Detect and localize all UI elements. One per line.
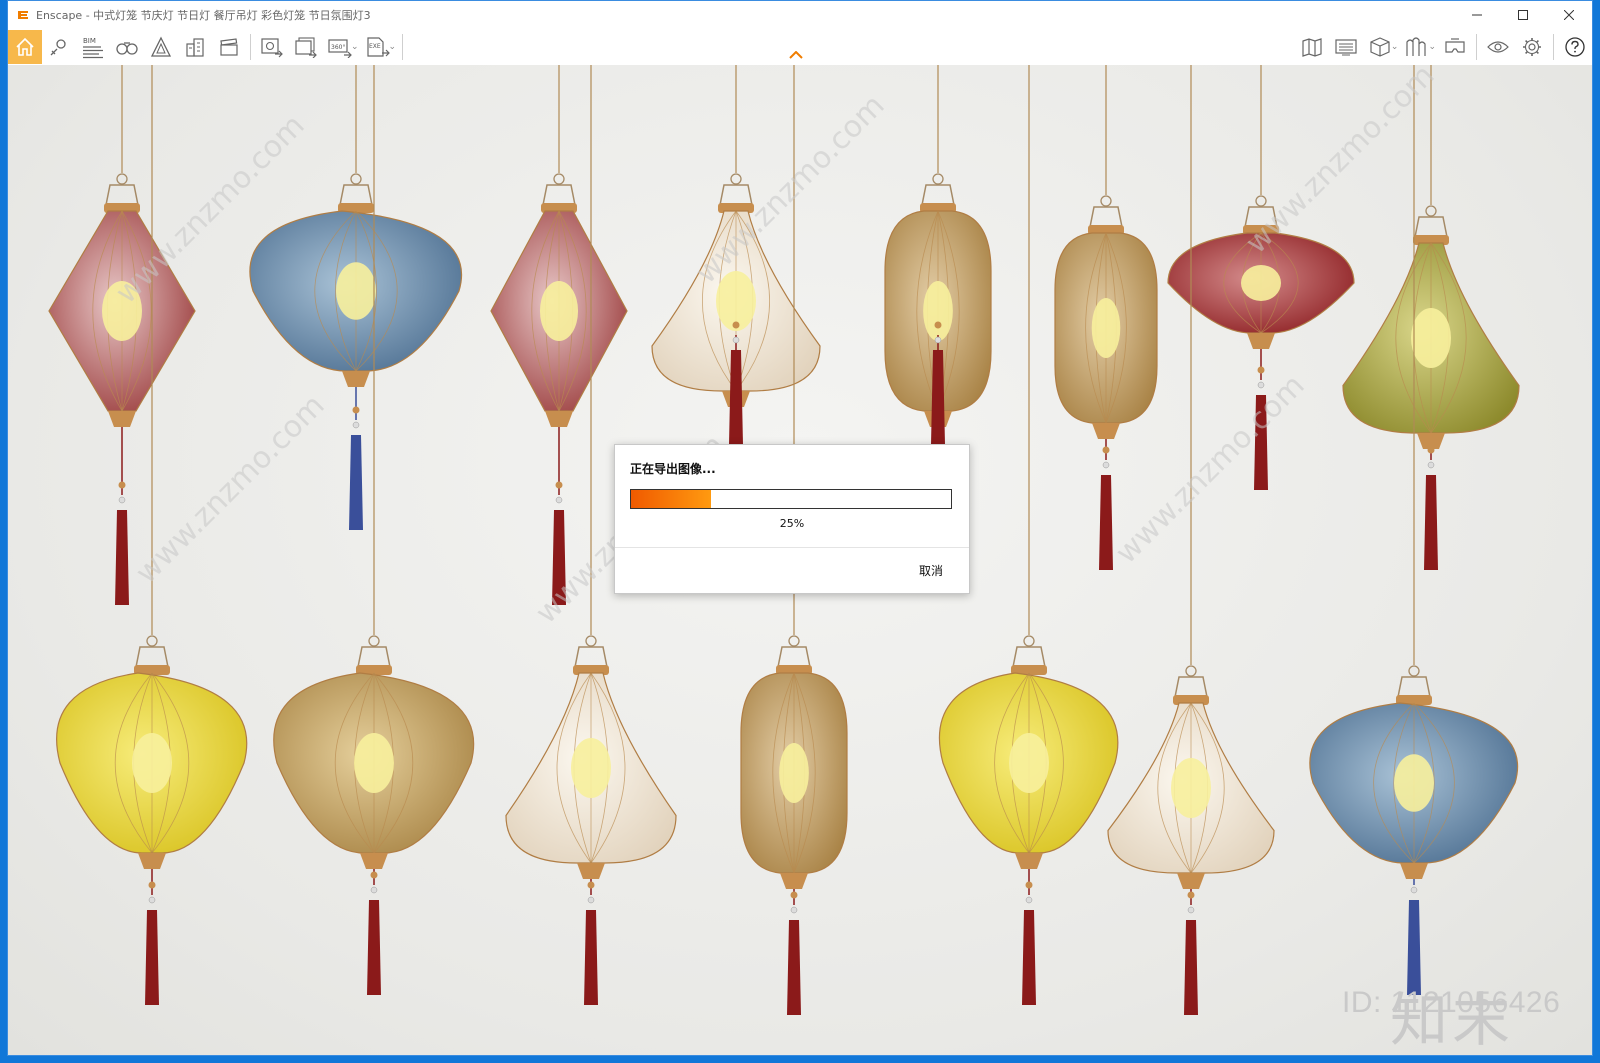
window-controls (1454, 1, 1592, 29)
toolbar-separator (250, 34, 251, 60)
home-icon (16, 37, 34, 56)
lantern (1309, 65, 1519, 995)
bim-button[interactable]: BIM (76, 30, 110, 64)
close-icon (1564, 10, 1574, 20)
visibility-button[interactable] (1481, 30, 1515, 64)
view-management-button[interactable] (42, 30, 76, 64)
watermark-diagonal-text: www.znzmo.com (1239, 65, 1442, 261)
close-window-button[interactable] (1546, 1, 1592, 29)
bim-label: BIM (83, 37, 96, 45)
minimize-button[interactable] (1454, 1, 1500, 29)
lantern (1054, 65, 1158, 570)
enscape-logo-icon (18, 11, 28, 19)
toolbar-separator (1476, 34, 1477, 60)
lantern (273, 65, 475, 995)
cancel-button[interactable]: 取消 (919, 562, 943, 579)
lantern (490, 65, 628, 605)
maximize-button[interactable] (1500, 1, 1546, 29)
title-bar: Enscape - 中式灯笼 节庆灯 节日灯 餐厅吊灯 彩色灯笼 节日氛围灯3 (8, 1, 1592, 29)
watermark-diagonal-text: www.znzmo.com (129, 388, 332, 591)
skyline-button[interactable] (1400, 30, 1434, 64)
toolbar-separator (1553, 34, 1554, 60)
cube-icon (1370, 37, 1390, 57)
dialog-divider (615, 547, 969, 548)
eye-icon (1487, 41, 1509, 53)
panorama-label: 360° (331, 44, 345, 51)
video-editor-button[interactable] (212, 30, 246, 64)
export-progress-dialog: 正在导出图像... 25% 取消 (614, 444, 970, 594)
watermark-diagonal-text: www.znzmo.com (689, 88, 892, 291)
window-title: Enscape - 中式灯笼 节庆灯 节日灯 餐厅吊灯 彩色灯笼 节日氛围灯3 (36, 9, 371, 22)
dialog-title: 正在导出图像... (630, 462, 716, 476)
screenshot-icon (261, 38, 283, 58)
asset-library-button[interactable] (144, 30, 178, 64)
vr-headset-button[interactable] (1438, 30, 1472, 64)
main-toolbar: BIM 360° ⌄ EXE ⌄ ⌄ ⌄ (8, 29, 1592, 66)
export-progress-bar (630, 489, 952, 509)
vr-headset-icon (1445, 38, 1465, 53)
map-button[interactable] (1295, 30, 1329, 64)
screenshot-button[interactable] (255, 30, 289, 64)
batch-render-icon (295, 37, 317, 58)
help-button[interactable] (1558, 30, 1592, 64)
buildings-icon (186, 38, 204, 57)
collapse-toolbar-icon[interactable] (789, 51, 803, 59)
export-exe-icon: EXE (366, 37, 390, 57)
asset-library-icon (150, 36, 172, 57)
binoculars-button[interactable] (110, 30, 144, 64)
settings-button[interactable] (1515, 30, 1549, 64)
toolbar-right-group: ⌄ ⌄ (1295, 29, 1592, 65)
panorama-button[interactable]: 360° (323, 30, 357, 64)
home-button[interactable] (8, 30, 42, 64)
progress-fill (631, 490, 711, 508)
progress-percent: 25% (779, 517, 805, 530)
clapperboard-icon (220, 38, 238, 56)
minimize-icon (1472, 14, 1482, 16)
visual-settings-button[interactable] (1329, 30, 1363, 64)
enscape-window: Enscape - 中式灯笼 节庆灯 节日灯 餐厅吊灯 彩色灯笼 节日氛围灯3 (7, 0, 1593, 1056)
buildings-button[interactable] (178, 30, 212, 64)
map-pin-icon (50, 39, 66, 56)
skyline-icon (1406, 37, 1427, 56)
exe-label: EXE (369, 43, 381, 50)
asset-3d-button[interactable] (1363, 30, 1397, 64)
gear-icon (1523, 38, 1541, 56)
bim-icon: BIM (83, 37, 103, 59)
binoculars-icon (116, 42, 138, 55)
panorama-360-icon: 360° (328, 39, 352, 58)
help-icon (1565, 37, 1585, 57)
monitor-settings-icon (1335, 39, 1357, 56)
map-icon (1302, 38, 1322, 57)
lantern (884, 65, 992, 445)
toolbar-separator (402, 34, 404, 60)
batch-render-button[interactable] (289, 30, 323, 64)
export-exe-button[interactable]: EXE (361, 30, 395, 64)
watermark-id: ID: 1121056426 (1342, 986, 1561, 1019)
maximize-icon (1518, 10, 1528, 20)
